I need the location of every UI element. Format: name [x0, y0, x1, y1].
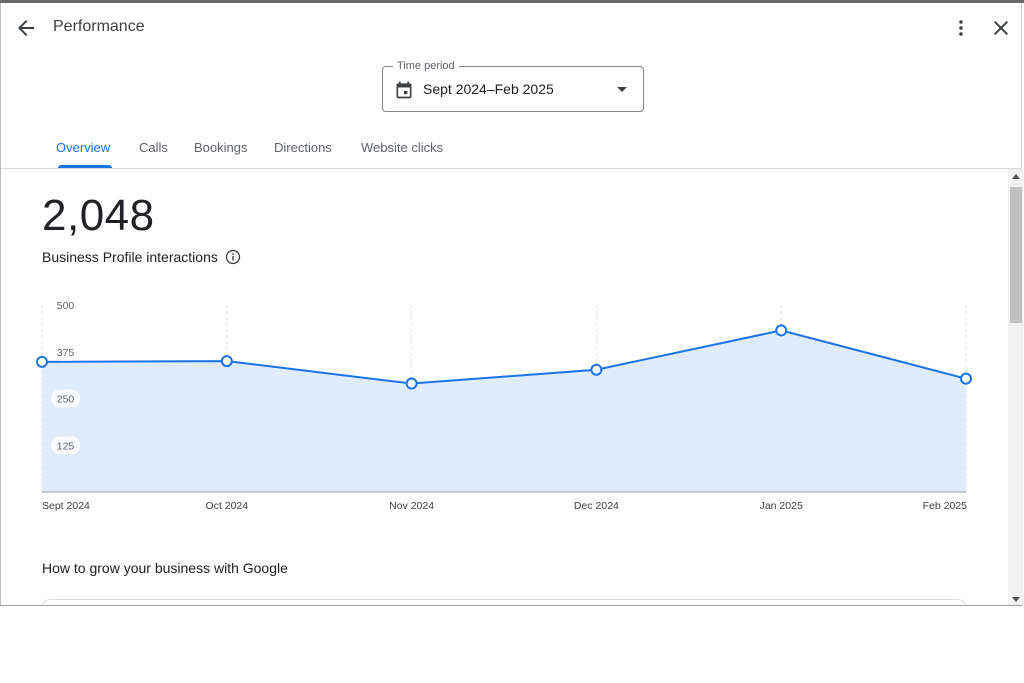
x-tick-label: Sept 2024 — [42, 500, 90, 512]
dropdown-caret-icon — [617, 87, 627, 92]
grow-business-title: How to grow your business with Google — [42, 560, 288, 576]
overview-panel[interactable]: 2,048 Business Profile interactions 125 2… — [1, 169, 1007, 606]
y-tick-label: 125 — [57, 440, 75, 452]
more-options-button[interactable] — [949, 16, 973, 40]
chart-point — [405, 377, 418, 390]
chart-area — [42, 330, 966, 492]
scrollbar[interactable] — [1008, 169, 1023, 606]
calendar-icon — [396, 81, 412, 99]
chart-point — [960, 372, 972, 385]
tab-bookings[interactable]: Bookings — [194, 140, 247, 155]
y-tick-label: 375 — [57, 347, 75, 359]
tab-calls[interactable]: Calls — [139, 140, 168, 155]
x-tick-label: Dec 2024 — [574, 500, 619, 512]
x-tick-label: Feb 2025 — [923, 500, 968, 512]
x-tick-label: Oct 2024 — [205, 500, 248, 512]
chart-point — [220, 355, 233, 368]
close-button[interactable] — [989, 16, 1013, 40]
scroll-up-arrow-icon[interactable] — [1012, 174, 1020, 179]
tab-overview[interactable]: Overview — [56, 140, 110, 155]
chart-point — [36, 355, 48, 368]
dialog-bottom-border — [0, 605, 1022, 606]
time-period-label: Time period — [393, 59, 459, 73]
back-button[interactable] — [14, 16, 38, 40]
x-tick-label: Jan 2025 — [760, 500, 803, 512]
tab-directions[interactable]: Directions — [274, 140, 332, 155]
tab-website-clicks[interactable]: Website clicks — [361, 140, 443, 155]
chart-point — [590, 363, 603, 376]
scrollbar-thumb[interactable] — [1010, 187, 1022, 323]
scroll-down-arrow-icon[interactable] — [1012, 597, 1020, 602]
close-icon — [994, 21, 1008, 35]
time-period-select[interactable]: Time period Sept 2024–Feb 2025 — [382, 59, 644, 112]
arrow-back-icon — [18, 20, 34, 36]
x-tick-label: Nov 2024 — [389, 500, 434, 512]
more-vert-icon — [959, 20, 963, 36]
chart-point — [775, 324, 788, 337]
window-top-border — [0, 0, 1024, 3]
page-title: Performance — [53, 18, 145, 35]
interactions-chart: 125 250 375 500 Sept 2024 Oct 2024 Nov 2024 Dec… — [36, 296, 972, 512]
time-period-value: Sept 2024–Feb 2025 — [423, 81, 554, 97]
y-tick-label: 500 — [57, 300, 75, 312]
y-tick-label: 250 — [57, 394, 75, 406]
